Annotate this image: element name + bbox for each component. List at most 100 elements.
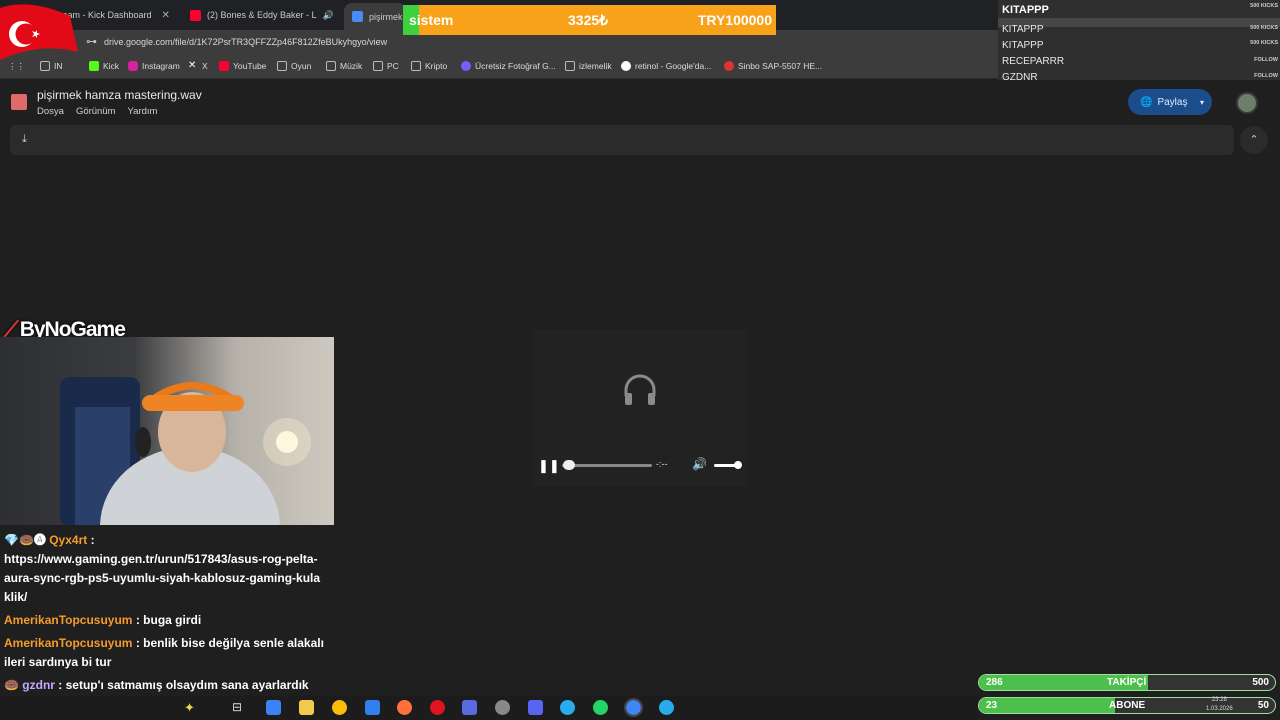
chat-overlay: 💎🍩🅐 Qyx4rt : https://www.gaming.gen.tr/u… [4,531,324,718]
sub-progress-fill [979,698,1116,713]
tab-label: pişirmek h [369,11,406,22]
event-type: FOLLOW [1254,57,1278,63]
folder-icon [565,61,575,71]
event-name: KITAPPP [1002,24,1044,35]
app-icon[interactable] [462,700,477,715]
bookmark-label: PC [387,61,399,71]
folder-icon [326,61,336,71]
bookmark-izlemelik[interactable]: izlemelik [565,61,612,71]
webcam-feed [0,337,334,525]
bookmark-label: Kick [103,61,120,71]
close-icon[interactable]: ✕ [162,10,170,21]
bookmark-youtube[interactable]: YouTube [219,61,266,71]
telegram-2-icon[interactable] [659,700,674,715]
opera-icon[interactable] [430,700,445,715]
event-name: KITAPPP [1002,40,1044,51]
sub-current: 23 [986,700,998,711]
menu-yardim[interactable]: Yardım [128,106,158,117]
tab-youtube[interactable]: (2) Bones & Eddy Baker - L 🔊 ✕ [190,4,340,26]
bookmark-label: izlemelik [579,61,612,71]
chat-username: AmerikanTopcusuyum [4,613,133,627]
youtube-icon [219,61,229,71]
badge-icons: 💎🍩🅐 [4,533,50,547]
pause-button[interactable]: ❚❚ [538,458,560,474]
chat-username: AmerikanTopcusuyum [4,636,133,650]
seek-bar[interactable] [562,464,652,467]
bookmark-label: retinol - Google'da... [635,61,712,71]
chrome-active-icon[interactable] [624,698,643,717]
kick-icon [89,61,99,71]
follower-goal: 500 [1252,677,1269,688]
bookmark-oyun[interactable]: Oyun [277,61,311,71]
folder-icon [277,61,287,71]
telegram-icon[interactable] [560,700,575,715]
firefox-icon[interactable] [397,700,412,715]
follower-label: TAKİPÇİ [1107,677,1147,688]
speaker-icon: 🔊 [322,9,334,20]
clock-date: 1.03.2026 [1206,706,1233,712]
url-field[interactable]: drive.google.com/file/d/1K72PsrTR3QFFZZp… [104,37,387,47]
badge-icons: 🍩 [4,678,23,692]
time-display: -:-- [656,459,668,469]
chevron-up-icon[interactable]: ⌃ [1240,126,1268,154]
globe-icon: 🌐 [1140,96,1153,108]
follower-goal-bar: 286 TAKİPÇİ 500 [978,674,1276,691]
drive-icon [352,11,363,22]
webcam-image [60,377,311,525]
chat-username: Qyx4rt [49,533,88,547]
chat-text: : [90,533,95,547]
sparkle-icon: ✦ [184,700,195,715]
system-clock[interactable]: 23:28 1.03.2026 [1206,696,1233,714]
bookmark-pc[interactable]: PC [373,61,399,71]
menu-gorunum[interactable]: Görünüm [76,106,116,117]
event-name: RECEPARRR [1002,56,1065,67]
bookmark-label: Instagram [142,61,180,71]
chat-username: gzdnr [22,678,55,692]
x-icon: ✕ [188,60,197,71]
donation-amount: 3325₺ [568,11,609,28]
chrome-icon[interactable] [332,700,347,715]
tab-drive-active[interactable]: pişirmek h [344,3,406,30]
bookmark-retinol[interactable]: retinol - Google'da... [621,61,711,71]
bookmark-label: X [202,61,208,71]
obs-icon[interactable] [495,700,510,715]
seek-handle[interactable] [563,460,575,470]
mail-icon[interactable] [365,700,380,715]
chevron-down-icon[interactable]: ▾ [1200,98,1204,107]
share-label: Paylaş [1157,96,1188,108]
site-info-icon[interactable]: ⊶ [86,35,97,48]
bookmark-kick[interactable]: Kick [89,61,119,71]
avatar[interactable] [1236,92,1258,114]
volume-handle[interactable] [734,461,742,469]
bookmark-instagram[interactable]: Instagram [128,61,180,71]
bookmark-kripto[interactable]: Kripto [411,61,447,71]
donation-goal-bar: sistem 3325₺ TRY100000 [403,5,776,35]
file-explorer-icon[interactable] [299,700,314,715]
chat-message: AmerikanTopcusuyum : buga girdi [4,611,324,630]
whatsapp-icon[interactable] [593,700,608,715]
taskbar [0,696,978,720]
bookmark-label: Sinbo SAP-5507 HE... [738,61,823,71]
event-type: 500 KICKS [1250,25,1278,31]
bookmark-fotograf[interactable]: Ücretsiz Fotoğraf G... [461,61,556,71]
copilot-icon[interactable] [266,700,281,715]
bookmark-muzik[interactable]: Müzik [326,61,362,71]
file-name: pişirmek hamza mastering.wav [37,88,202,102]
task-view-icon[interactable]: ⊟ [232,700,247,715]
photo-site-icon [461,61,471,71]
drive-header [0,80,1280,124]
turkish-flag-icon [0,4,78,61]
menu-bar: Dosya Görünüm Yardım [37,106,157,117]
download-icon[interactable]: ⤓ [22,133,27,146]
bookmark-x[interactable]: ✕ X [188,60,208,72]
menu-dosya[interactable]: Dosya [37,106,64,117]
sub-label: ABONE [1109,700,1146,711]
bookmark-label: Ücretsiz Fotoğraf G... [475,61,556,71]
volume-icon[interactable]: 🔊 [692,457,707,471]
share-button[interactable]: 🌐 Paylaş ▾ [1128,89,1212,115]
bookmark-sinbo[interactable]: Sinbo SAP-5507 HE... [724,61,822,71]
donation-goal: TRY100000 [697,12,772,28]
chat-text: : buga girdi [135,613,202,627]
discord-icon[interactable] [528,700,543,715]
folder-icon [373,61,383,71]
